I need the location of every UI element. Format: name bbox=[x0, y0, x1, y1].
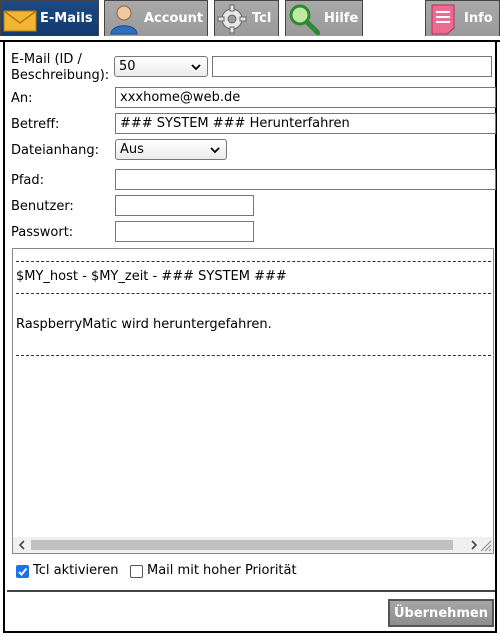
tab-account[interactable]: Account bbox=[104, 0, 208, 36]
pfad-label: Pfad: bbox=[11, 173, 45, 188]
separator-line bbox=[16, 293, 491, 294]
dateianhang-select[interactable]: Aus bbox=[115, 139, 227, 160]
chevron-down-icon bbox=[191, 64, 201, 71]
priority-checkbox[interactable] bbox=[130, 565, 143, 578]
scrollbar-thumb[interactable] bbox=[31, 540, 453, 550]
passwort-label: Passwort: bbox=[11, 225, 74, 240]
dateianhang-label: Dateianhang: bbox=[11, 143, 99, 158]
tcl-checkbox[interactable] bbox=[16, 565, 29, 578]
priority-checkbox-label: Mail mit hoher Priorität bbox=[147, 563, 297, 578]
email-id-value: 50 bbox=[119, 59, 136, 74]
email-id-select[interactable]: 50 bbox=[114, 56, 208, 77]
tab-emails-label: E-Mails bbox=[40, 11, 93, 26]
scroll-right-icon[interactable] bbox=[469, 540, 479, 550]
tab-bar: E-Mails Account Tcl Hilfe Info bbox=[0, 0, 500, 40]
message-line-2: RaspberryMatic wird heruntergefahren. bbox=[16, 317, 272, 332]
tab-tcl-label: Tcl bbox=[252, 11, 272, 26]
separator-line bbox=[16, 355, 491, 356]
magnifier-icon bbox=[289, 4, 320, 35]
pfad-input[interactable] bbox=[115, 169, 496, 190]
tab-emails[interactable]: E-Mails bbox=[0, 0, 99, 36]
benutzer-label: Benutzer: bbox=[11, 199, 74, 214]
passwort-input[interactable] bbox=[115, 221, 254, 242]
tab-hilfe-label: Hilfe bbox=[324, 11, 359, 26]
tab-info[interactable]: Info bbox=[425, 0, 500, 36]
message-line-1: $MY_host - $MY_zeit - ### SYSTEM ### bbox=[16, 269, 287, 284]
checkmark-icon bbox=[18, 567, 28, 576]
envelope-icon bbox=[3, 10, 37, 32]
scroll-left-icon[interactable] bbox=[17, 540, 27, 550]
betreff-label: Betreff: bbox=[11, 117, 60, 132]
tcl-checkbox-label: Tcl aktivieren bbox=[33, 563, 119, 578]
email-id-label: E-Mail (ID / bbox=[11, 52, 82, 67]
betreff-input[interactable]: ### SYSTEM ### Herunterfahren bbox=[115, 113, 496, 134]
email-form-panel: E-Mail (ID / Beschreibung): 50 An: xxxho… bbox=[3, 42, 497, 633]
gear-icon bbox=[217, 4, 247, 34]
resize-grip-icon[interactable] bbox=[479, 539, 492, 552]
tab-hilfe[interactable]: Hilfe bbox=[285, 0, 363, 36]
benutzer-input[interactable] bbox=[115, 195, 254, 216]
submit-button[interactable]: Übernehmen bbox=[388, 599, 494, 627]
tab-info-label: Info bbox=[464, 11, 493, 26]
horizontal-scrollbar[interactable] bbox=[13, 537, 493, 553]
footer-separator bbox=[7, 590, 495, 592]
message-body-textarea[interactable]: $MY_host - $MY_zeit - ### SYSTEM ### Ras… bbox=[12, 248, 494, 554]
an-input[interactable]: xxxhome@web.de bbox=[115, 87, 496, 108]
separator-line bbox=[16, 261, 491, 262]
document-icon bbox=[431, 4, 455, 35]
user-icon bbox=[110, 5, 138, 35]
tab-tcl[interactable]: Tcl bbox=[214, 0, 279, 36]
tab-account-label: Account bbox=[144, 11, 204, 26]
dateianhang-value: Aus bbox=[120, 142, 144, 157]
chevron-down-icon bbox=[210, 147, 220, 154]
an-label: An: bbox=[11, 91, 33, 106]
email-description-input[interactable] bbox=[212, 56, 492, 77]
email-id-label-2: Beschreibung): bbox=[11, 68, 110, 83]
